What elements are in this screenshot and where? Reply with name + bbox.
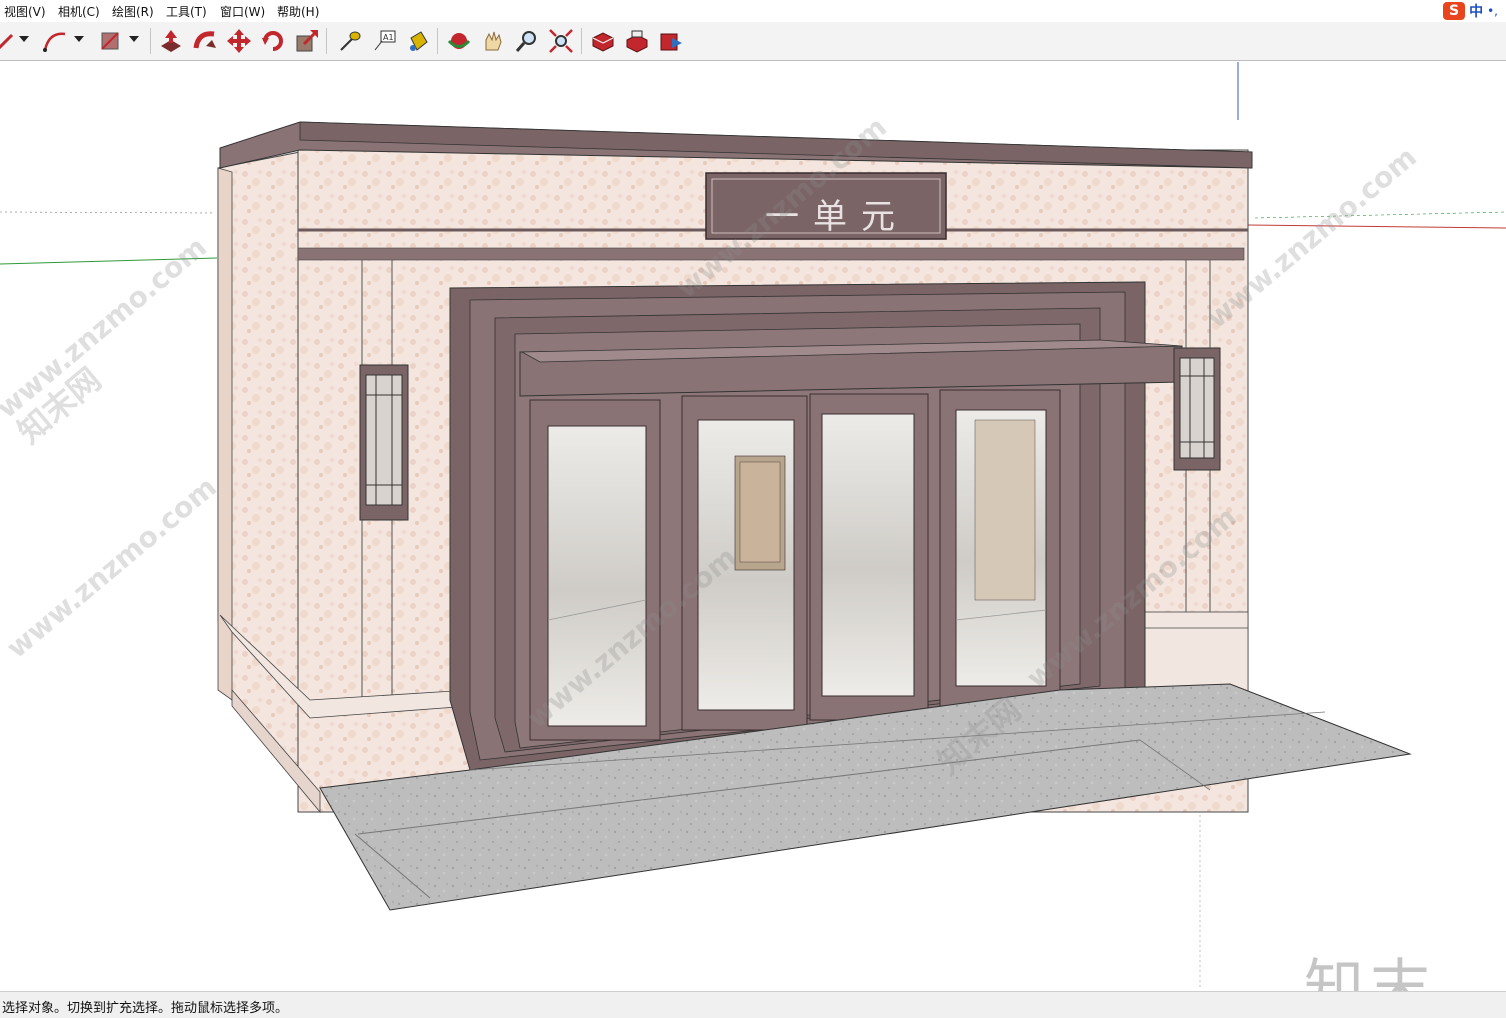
move-icon[interactable]: [225, 27, 253, 55]
status-text: 选择对象。切换到扩充选择。拖动鼠标选择多项。: [2, 1001, 289, 1016]
rotate-icon[interactable]: [259, 27, 287, 55]
zoom-icon[interactable]: [513, 27, 541, 55]
scale-icon[interactable]: [293, 27, 321, 55]
chevron-down-icon[interactable]: [74, 36, 84, 42]
brand-watermark: 知末: [1304, 953, 1436, 991]
svg-text:A1: A1: [383, 33, 394, 42]
toolbar: A1: [0, 22, 1506, 61]
ime-punct-label: •,: [1487, 4, 1498, 18]
model-viewport[interactable]: 一单元 www.znzmo.com www.znzmo.com www.znzm…: [0, 61, 1506, 991]
menu-tools[interactable]: 工具(T): [166, 3, 207, 20]
red-axis-line: [1246, 224, 1506, 229]
model-canvas[interactable]: [0, 61, 1506, 991]
chevron-down-icon[interactable]: [19, 36, 29, 42]
3d-warehouse-icon[interactable]: [589, 27, 617, 55]
menu-view[interactable]: 视图(V): [4, 3, 46, 20]
toolbar-separator: [581, 28, 582, 54]
text-icon[interactable]: A1: [370, 27, 398, 55]
menu-camera[interactable]: 相机(C): [58, 3, 100, 20]
components-icon[interactable]: [623, 27, 651, 55]
share-icon[interactable]: [657, 27, 685, 55]
toolbar-separator: [326, 28, 327, 54]
pan-icon[interactable]: [479, 27, 507, 55]
arc-icon[interactable]: [40, 27, 68, 55]
lintel-band: [297, 247, 1245, 261]
ime-indicator[interactable]: S 中 •,: [1443, 2, 1498, 20]
menu-window[interactable]: 窗口(W): [220, 3, 265, 20]
toolbar-separator: [437, 28, 438, 54]
left-wall-lantern: [359, 364, 409, 521]
glass-doors: [529, 389, 1061, 741]
orbit-icon[interactable]: [445, 27, 473, 55]
toolbar-separator: [150, 28, 151, 54]
push-pull-icon[interactable]: [157, 27, 185, 55]
pencil-icon[interactable]: [0, 27, 20, 55]
menu-draw[interactable]: 绘图(R): [112, 3, 154, 20]
menu-help[interactable]: 帮助(H): [277, 3, 319, 20]
ime-mode-label: 中: [1469, 4, 1484, 20]
follow-me-icon[interactable]: [191, 27, 219, 55]
shape-icon[interactable]: [96, 27, 124, 55]
chevron-down-icon[interactable]: [129, 36, 139, 42]
paint-bucket-icon[interactable]: [404, 27, 432, 55]
menu-bar: 视图(V) 相机(C) 绘图(R) 工具(T) 窗口(W) 帮助(H) S 中 …: [0, 0, 1506, 23]
sogou-ime-icon: S: [1443, 2, 1466, 20]
right-wall-lantern: [1173, 347, 1221, 471]
tape-measure-icon[interactable]: [336, 27, 364, 55]
status-bar: 选择对象。切换到扩充选择。拖动鼠标选择多项。: [0, 991, 1506, 1018]
zoom-extents-icon[interactable]: [547, 27, 575, 55]
